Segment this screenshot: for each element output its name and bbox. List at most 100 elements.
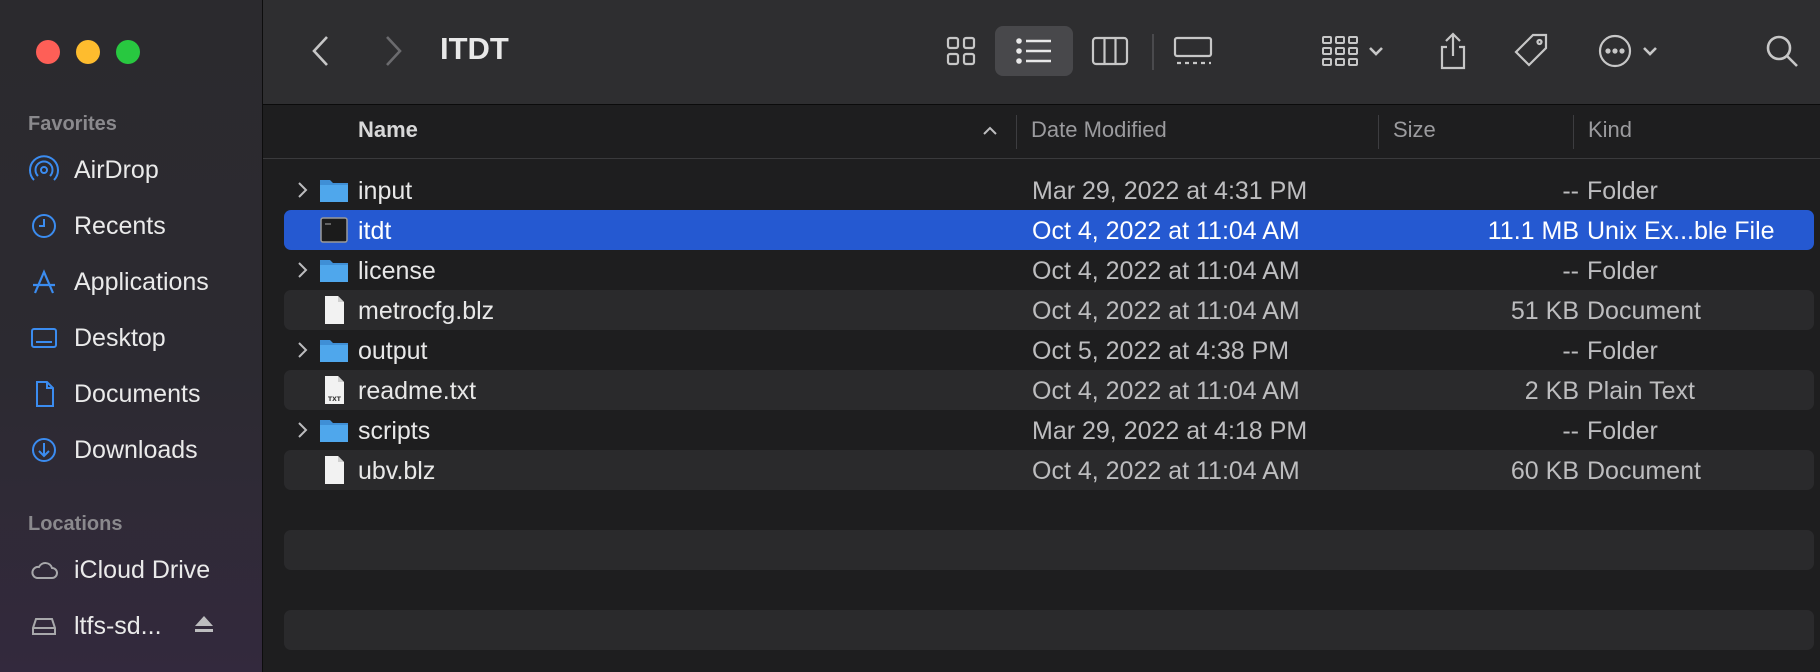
file-name: readme.txt bbox=[358, 377, 477, 405]
minimize-window-button[interactable] bbox=[76, 40, 100, 64]
toolbar-divider bbox=[1152, 34, 1154, 70]
applications-icon bbox=[28, 266, 60, 298]
file-name: output bbox=[358, 337, 428, 365]
back-button[interactable] bbox=[301, 26, 341, 76]
cloud-icon bbox=[28, 554, 60, 586]
sidebar-item-label: Downloads bbox=[74, 435, 198, 464]
file-kind: Plain Text bbox=[1587, 377, 1695, 405]
file-size: -- bbox=[1562, 177, 1579, 205]
disclosure-triangle-icon[interactable] bbox=[292, 180, 312, 200]
sidebar-item-downloads[interactable]: Downloads bbox=[28, 428, 254, 472]
grid-view-icon bbox=[946, 36, 976, 66]
file-size: 2 KB bbox=[1524, 377, 1579, 405]
document-icon bbox=[325, 456, 344, 484]
file-name: ubv.blz bbox=[358, 457, 436, 485]
ellipsis-circle-icon bbox=[1598, 34, 1632, 68]
file-row-license[interactable]: license Oct 4, 2022 at 11:04 AM -- Folde… bbox=[284, 250, 1814, 290]
file-date: Oct 5, 2022 at 4:38 PM bbox=[1032, 337, 1290, 365]
search-button[interactable] bbox=[1759, 26, 1805, 76]
disclosure-triangle-icon[interactable] bbox=[292, 260, 312, 280]
sidebar-item-recents[interactable]: Recents bbox=[28, 204, 254, 248]
file-row-output[interactable]: output Oct 5, 2022 at 4:38 PM -- Folder bbox=[284, 330, 1814, 370]
chevron-down-icon bbox=[1369, 47, 1383, 56]
file-name: input bbox=[358, 177, 413, 205]
group-grid-icon bbox=[1322, 36, 1358, 66]
eject-icon[interactable] bbox=[192, 612, 216, 641]
column-separator[interactable] bbox=[1378, 115, 1379, 149]
sidebar-item-label: iCloud Drive bbox=[74, 555, 211, 584]
column-size-header[interactable]: Size bbox=[1393, 117, 1436, 143]
download-icon bbox=[28, 434, 60, 466]
toolbar: ITDT bbox=[263, 0, 1820, 105]
sidebar-item-label: Documents bbox=[74, 379, 201, 408]
search-icon bbox=[1766, 35, 1798, 67]
sidebar-item-documents[interactable]: Documents bbox=[28, 372, 254, 416]
sidebar-item-applications[interactable]: Applications bbox=[28, 260, 254, 304]
file-kind: Folder bbox=[1587, 337, 1658, 365]
sidebar-item-label: ltfs-sd... bbox=[74, 611, 162, 640]
document-icon bbox=[28, 378, 60, 410]
forward-button[interactable] bbox=[373, 26, 413, 76]
folder-icon bbox=[320, 260, 348, 282]
column-separator[interactable] bbox=[1016, 115, 1017, 149]
favorites-heading: Favorites bbox=[28, 113, 117, 135]
column-view-icon bbox=[1091, 36, 1129, 66]
sidebar-item-desktop[interactable]: Desktop bbox=[28, 316, 254, 360]
column-separator[interactable] bbox=[1573, 115, 1574, 149]
column-date-header[interactable]: Date Modified bbox=[1031, 117, 1167, 143]
disclosure-triangle-icon[interactable] bbox=[292, 340, 312, 360]
group-by-button[interactable] bbox=[1313, 26, 1393, 76]
folder-icon bbox=[320, 340, 348, 362]
window-title: ITDT bbox=[440, 31, 509, 66]
column-kind-header[interactable]: Kind bbox=[1588, 117, 1632, 143]
file-date: Oct 4, 2022 at 11:04 AM bbox=[1032, 217, 1300, 245]
sidebar-item-airdrop[interactable]: AirDrop bbox=[28, 148, 254, 192]
list-view-icon bbox=[1016, 38, 1051, 64]
file-kind: Folder bbox=[1587, 417, 1658, 445]
file-row-metrocfg[interactable]: metrocfg.blz Oct 4, 2022 at 11:04 AM 51 … bbox=[284, 290, 1814, 330]
icon-view-button[interactable] bbox=[933, 26, 989, 76]
sidebar-item-label: Desktop bbox=[74, 323, 166, 352]
column-name-header[interactable]: Name bbox=[358, 117, 418, 143]
more-actions-button[interactable] bbox=[1588, 26, 1668, 76]
chevron-right-icon bbox=[386, 36, 402, 66]
file-date: Oct 4, 2022 at 11:04 AM bbox=[1032, 257, 1300, 285]
file-row-input[interactable]: input Mar 29, 2022 at 4:31 PM -- Folder bbox=[284, 170, 1814, 210]
sidebar-item-label: AirDrop bbox=[74, 155, 159, 184]
close-window-button[interactable] bbox=[36, 40, 60, 64]
tag-icon bbox=[1514, 33, 1548, 67]
file-size: -- bbox=[1562, 337, 1579, 365]
desktop-icon bbox=[28, 322, 60, 354]
file-size: 11.1 MB bbox=[1487, 217, 1579, 245]
zoom-window-button[interactable] bbox=[116, 40, 140, 64]
gallery-view-button[interactable] bbox=[1163, 26, 1223, 76]
sidebar-item-label: Recents bbox=[74, 211, 166, 240]
chevron-down-icon bbox=[1643, 47, 1657, 56]
sidebar-item-label: Applications bbox=[74, 267, 209, 296]
list-view-button[interactable] bbox=[995, 26, 1073, 76]
sidebar-item-ltfs-drive[interactable]: ltfs-sd... bbox=[28, 604, 254, 648]
file-date: Oct 4, 2022 at 11:04 AM bbox=[1032, 457, 1300, 485]
share-icon bbox=[1440, 32, 1466, 70]
file-name: metrocfg.blz bbox=[358, 297, 495, 325]
folder-icon bbox=[320, 420, 348, 442]
file-kind: Unix Ex...ble File bbox=[1587, 217, 1775, 245]
column-header: Name Date Modified Size Kind bbox=[263, 105, 1820, 159]
file-size: 60 KB bbox=[1510, 457, 1579, 485]
file-row-scripts[interactable]: scripts Mar 29, 2022 at 4:18 PM -- Folde… bbox=[284, 410, 1814, 450]
column-view-button[interactable] bbox=[1081, 26, 1139, 76]
share-button[interactable] bbox=[1428, 26, 1478, 76]
sidebar-item-icloud-drive[interactable]: iCloud Drive bbox=[28, 548, 254, 592]
file-size: -- bbox=[1562, 257, 1579, 285]
file-row-itdt[interactable]: itdt Oct 4, 2022 at 11:04 AM 11.1 MB Uni… bbox=[284, 210, 1814, 250]
gallery-view-icon bbox=[1173, 36, 1213, 65]
terminal-exec-icon bbox=[320, 217, 348, 243]
locations-heading: Locations bbox=[28, 513, 123, 535]
file-row-ubv[interactable]: ubv.blz Oct 4, 2022 at 11:04 AM 60 KB Do… bbox=[284, 450, 1814, 490]
tags-button[interactable] bbox=[1503, 26, 1559, 76]
file-name: scripts bbox=[358, 417, 431, 445]
file-row-readme[interactable]: TXT readme.txt Oct 4, 2022 at 11:04 AM 2… bbox=[284, 370, 1814, 410]
svg-text:TXT: TXT bbox=[328, 396, 342, 403]
file-date: Mar 29, 2022 at 4:18 PM bbox=[1032, 417, 1308, 445]
disclosure-triangle-icon[interactable] bbox=[292, 420, 312, 440]
